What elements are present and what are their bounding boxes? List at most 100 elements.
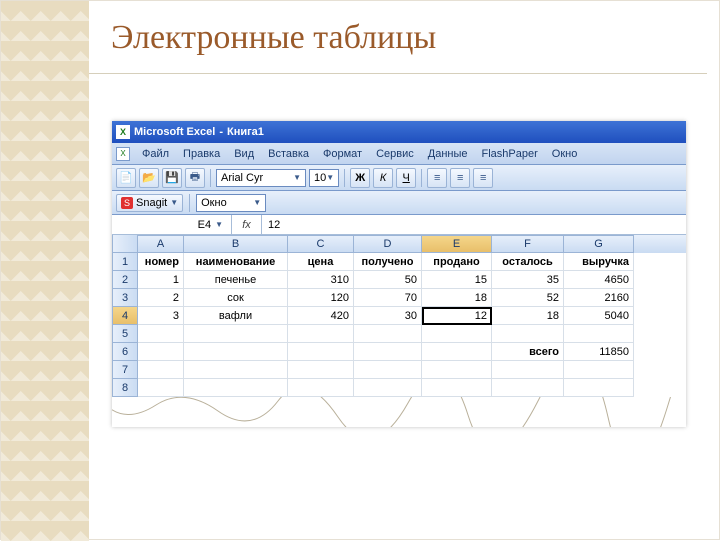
cell[interactable] (422, 379, 492, 397)
font-selector[interactable]: Arial Cyr ▼ (216, 169, 306, 187)
cell[interactable] (354, 361, 422, 379)
menu-edit[interactable]: Правка (177, 146, 226, 162)
row-header[interactable]: 5 (112, 325, 138, 343)
row-header[interactable]: 3 (112, 289, 138, 307)
select-all-corner[interactable] (112, 235, 138, 253)
cell[interactable]: 310 (288, 271, 354, 289)
cell[interactable]: 2160 (564, 289, 634, 307)
cell[interactable] (288, 325, 354, 343)
cell[interactable] (492, 325, 564, 343)
cell[interactable]: 15 (422, 271, 492, 289)
cell[interactable]: 11850 (564, 343, 634, 361)
cell[interactable] (354, 325, 422, 343)
cell[interactable]: выручка (564, 253, 634, 271)
align-left-button[interactable]: ≡ (427, 168, 447, 188)
cell[interactable] (422, 325, 492, 343)
titlebar[interactable]: X Microsoft Excel - Книга1 (112, 121, 686, 143)
col-header[interactable]: F (492, 235, 564, 253)
snagit-button[interactable]: S Snagit ▼ (116, 194, 183, 212)
cell[interactable] (184, 325, 288, 343)
menu-data[interactable]: Данные (422, 146, 474, 162)
cell[interactable]: 70 (354, 289, 422, 307)
cell[interactable]: 18 (492, 307, 564, 325)
cell[interactable]: 18 (422, 289, 492, 307)
cell[interactable] (564, 379, 634, 397)
cell[interactable]: цена (288, 253, 354, 271)
cell[interactable] (288, 361, 354, 379)
cell[interactable]: 35 (492, 271, 564, 289)
cell[interactable]: 4650 (564, 271, 634, 289)
menu-tools[interactable]: Сервис (370, 146, 420, 162)
menu-format[interactable]: Формат (317, 146, 368, 162)
menu-insert[interactable]: Вставка (262, 146, 315, 162)
cell[interactable] (492, 361, 564, 379)
cell[interactable] (184, 379, 288, 397)
print-button[interactable]: 🖶 (185, 168, 205, 188)
cell[interactable] (288, 379, 354, 397)
cell[interactable] (184, 343, 288, 361)
cell[interactable] (354, 343, 422, 361)
menu-file[interactable]: Файл (136, 146, 175, 162)
menu-flashpaper[interactable]: FlashPaper (476, 146, 544, 162)
cell[interactable] (564, 325, 634, 343)
cell[interactable]: вафли (184, 307, 288, 325)
menu-window[interactable]: Окно (546, 146, 584, 162)
col-header[interactable]: A (138, 235, 184, 253)
cell[interactable] (138, 361, 184, 379)
open-button[interactable]: 📂 (139, 168, 159, 188)
cell[interactable] (492, 379, 564, 397)
cell[interactable] (288, 343, 354, 361)
col-header[interactable]: C (288, 235, 354, 253)
bold-button[interactable]: Ж (350, 168, 370, 188)
cell[interactable]: получено (354, 253, 422, 271)
row-header[interactable]: 7 (112, 361, 138, 379)
save-button[interactable]: 💾 (162, 168, 182, 188)
align-right-button[interactable]: ≡ (473, 168, 493, 188)
cell[interactable]: наименование (184, 253, 288, 271)
align-center-button[interactable]: ≡ (450, 168, 470, 188)
col-header[interactable]: D (354, 235, 422, 253)
col-header[interactable]: B (184, 235, 288, 253)
menu-view[interactable]: Вид (228, 146, 260, 162)
workbook-icon[interactable]: X (116, 147, 130, 161)
fx-button[interactable]: fx (232, 215, 262, 234)
cell[interactable]: 5040 (564, 307, 634, 325)
cell[interactable]: печенье (184, 271, 288, 289)
row-header[interactable]: 2 (112, 271, 138, 289)
formula-input[interactable]: 12 (262, 215, 686, 234)
col-header[interactable]: G (564, 235, 634, 253)
cell[interactable]: 3 (138, 307, 184, 325)
cell[interactable] (422, 343, 492, 361)
col-header[interactable]: E (422, 235, 492, 253)
cell[interactable]: 120 (288, 289, 354, 307)
cell[interactable]: номер (138, 253, 184, 271)
new-button[interactable]: 📄 (116, 168, 136, 188)
cell[interactable]: 52 (492, 289, 564, 307)
font-size-selector[interactable]: 10 ▼ (309, 169, 339, 187)
cell[interactable] (422, 361, 492, 379)
cell[interactable] (138, 325, 184, 343)
cell[interactable] (138, 343, 184, 361)
italic-button[interactable]: К (373, 168, 393, 188)
cell[interactable]: сок (184, 289, 288, 307)
row-header[interactable]: 8 (112, 379, 138, 397)
row-header[interactable]: 4 (112, 307, 138, 325)
snagit-window-selector[interactable]: Окно ▼ (196, 194, 266, 212)
cell[interactable]: 2 (138, 289, 184, 307)
row-header[interactable]: 1 (112, 253, 138, 271)
cell[interactable]: 50 (354, 271, 422, 289)
cell-selected[interactable]: 12 (422, 307, 492, 325)
cell[interactable] (354, 379, 422, 397)
cell[interactable]: 420 (288, 307, 354, 325)
cell[interactable]: всего (492, 343, 564, 361)
cell[interactable]: 1 (138, 271, 184, 289)
cell[interactable]: осталось (492, 253, 564, 271)
row-header[interactable]: 6 (112, 343, 138, 361)
cell[interactable] (564, 361, 634, 379)
cell[interactable] (184, 361, 288, 379)
name-box[interactable]: E4 ▼ (112, 215, 232, 234)
cell[interactable]: продано (422, 253, 492, 271)
cell[interactable]: 30 (354, 307, 422, 325)
underline-button[interactable]: Ч (396, 168, 416, 188)
cell[interactable] (138, 379, 184, 397)
